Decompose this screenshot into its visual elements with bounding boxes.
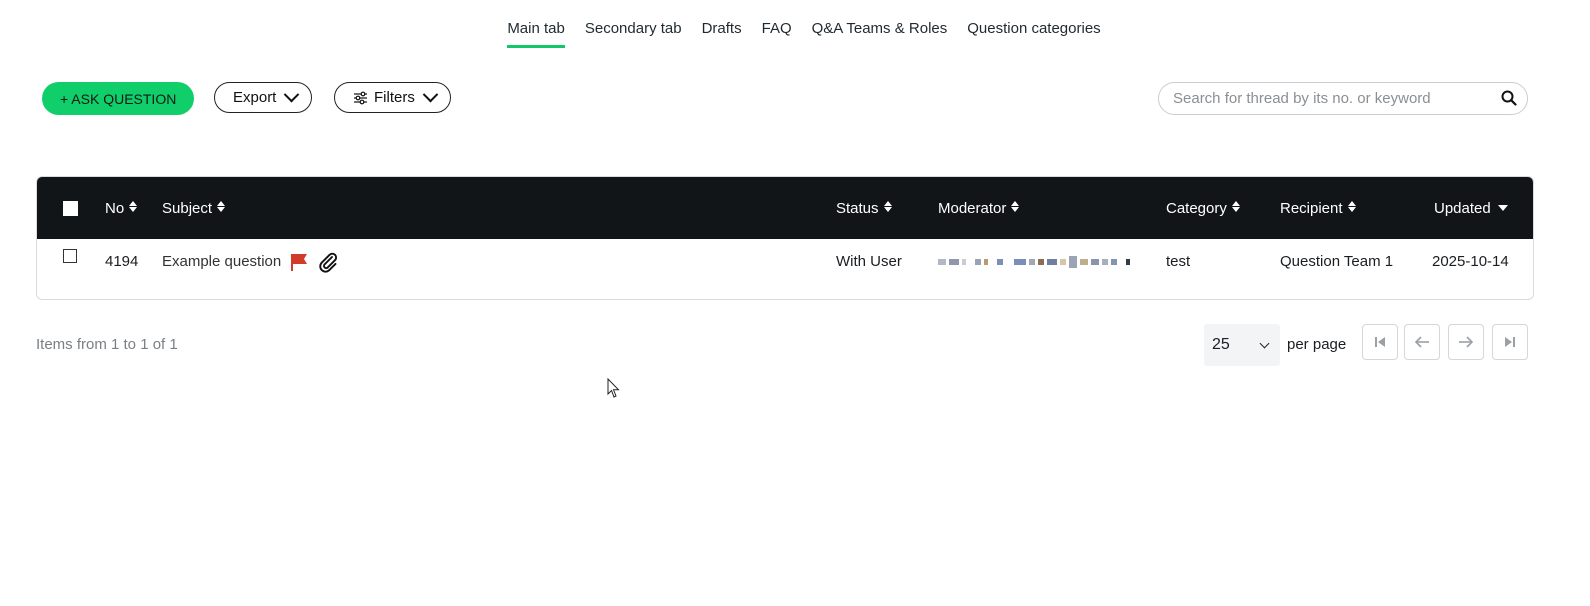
cell-no: 4194: [105, 253, 139, 270]
filters-button[interactable]: Filters: [334, 82, 451, 113]
export-button[interactable]: Export: [214, 82, 313, 113]
sort-icon: [1231, 200, 1240, 212]
column-header-status-label: Status: [836, 199, 879, 217]
export-label: Export: [233, 89, 277, 106]
tab-secondary[interactable]: Secondary tab: [585, 20, 682, 48]
column-header-subject-label: Subject: [162, 199, 213, 217]
chevron-down-icon: [284, 86, 300, 103]
tab-drafts[interactable]: Drafts: [702, 20, 742, 48]
tab-question-categories[interactable]: Question categories: [967, 20, 1100, 48]
sort-icon: [883, 200, 892, 212]
previous-page-button[interactable]: [1404, 324, 1440, 360]
flag-icon: [291, 253, 308, 271]
cell-category: test: [1166, 253, 1191, 270]
column-header-category-label: Category: [1166, 199, 1227, 217]
chevron-down-icon: [422, 86, 439, 103]
column-header-recipient-label: Recipient: [1280, 199, 1343, 217]
filters-label: Filters: [374, 89, 415, 106]
threads-table: No Subject Status Moderator Category Rec…: [36, 176, 1534, 300]
sliders-icon: [354, 91, 367, 104]
chevron-down-icon: [1259, 338, 1270, 349]
column-header-recipient[interactable]: Recipient: [1280, 177, 1356, 239]
skip-first-icon: [1375, 337, 1385, 347]
tab-teams-roles[interactable]: Q&A Teams & Roles: [812, 20, 948, 48]
last-page-button[interactable]: [1492, 324, 1528, 360]
cell-moderator-redacted: [938, 239, 1130, 284]
column-header-moderator-label: Moderator: [938, 199, 1007, 217]
paperclip-icon: [319, 252, 338, 273]
next-page-button[interactable]: [1448, 324, 1484, 360]
search-input[interactable]: [1171, 89, 1495, 108]
column-header-status[interactable]: Status: [836, 177, 892, 239]
first-page-button[interactable]: [1362, 324, 1398, 360]
column-header-subject[interactable]: Subject: [162, 177, 226, 239]
column-header-updated-label: Updated: [1434, 199, 1491, 217]
select-all-checkbox[interactable]: [63, 201, 78, 216]
ask-question-button[interactable]: + ASK QUESTION: [42, 82, 195, 115]
arrow-right-icon: [1459, 336, 1474, 348]
sort-icon: [1347, 200, 1356, 212]
sort-desc-icon: [1497, 205, 1508, 211]
items-info: Items from 1 to 1 of 1: [36, 336, 178, 353]
table-row[interactable]: 4194 Example question With User test Que…: [37, 239, 1533, 299]
row-checkbox[interactable]: [63, 249, 77, 263]
per-page-label: per page: [1287, 336, 1347, 353]
redacted-text: [938, 255, 1130, 268]
tab-faq[interactable]: FAQ: [762, 20, 792, 48]
column-header-category[interactable]: Category: [1166, 177, 1240, 239]
column-header-moderator[interactable]: Moderator: [938, 177, 1020, 239]
cell-updated: 2025-10-14: [1432, 253, 1509, 270]
arrow-left-icon: [1414, 336, 1429, 348]
per-page-select[interactable]: 25: [1204, 324, 1280, 366]
per-page-value: 25: [1212, 336, 1230, 353]
subject-link[interactable]: Example question: [162, 253, 281, 270]
cell-recipient: Question Team 1: [1280, 253, 1394, 270]
table-header: No Subject Status Moderator Category Rec…: [37, 177, 1533, 239]
tab-list: Main tab Secondary tab Drafts FAQ Q&A Te…: [507, 20, 1101, 48]
tab-bar: Main tab Secondary tab Drafts FAQ Q&A Te…: [0, 20, 1590, 48]
column-header-no[interactable]: No: [105, 177, 138, 239]
sort-icon: [129, 200, 138, 212]
column-header-no-label: No: [105, 199, 125, 217]
cell-subject: Example question: [162, 239, 339, 284]
search-box: [1158, 82, 1528, 115]
sort-icon: [1011, 200, 1020, 212]
mouse-cursor-icon: [607, 378, 620, 398]
skip-last-icon: [1505, 337, 1515, 347]
sort-icon: [217, 200, 226, 212]
tab-main[interactable]: Main tab: [507, 20, 565, 48]
search-icon[interactable]: [1501, 90, 1517, 106]
cell-status: With User: [836, 253, 902, 270]
column-header-updated[interactable]: Updated: [1434, 177, 1508, 239]
